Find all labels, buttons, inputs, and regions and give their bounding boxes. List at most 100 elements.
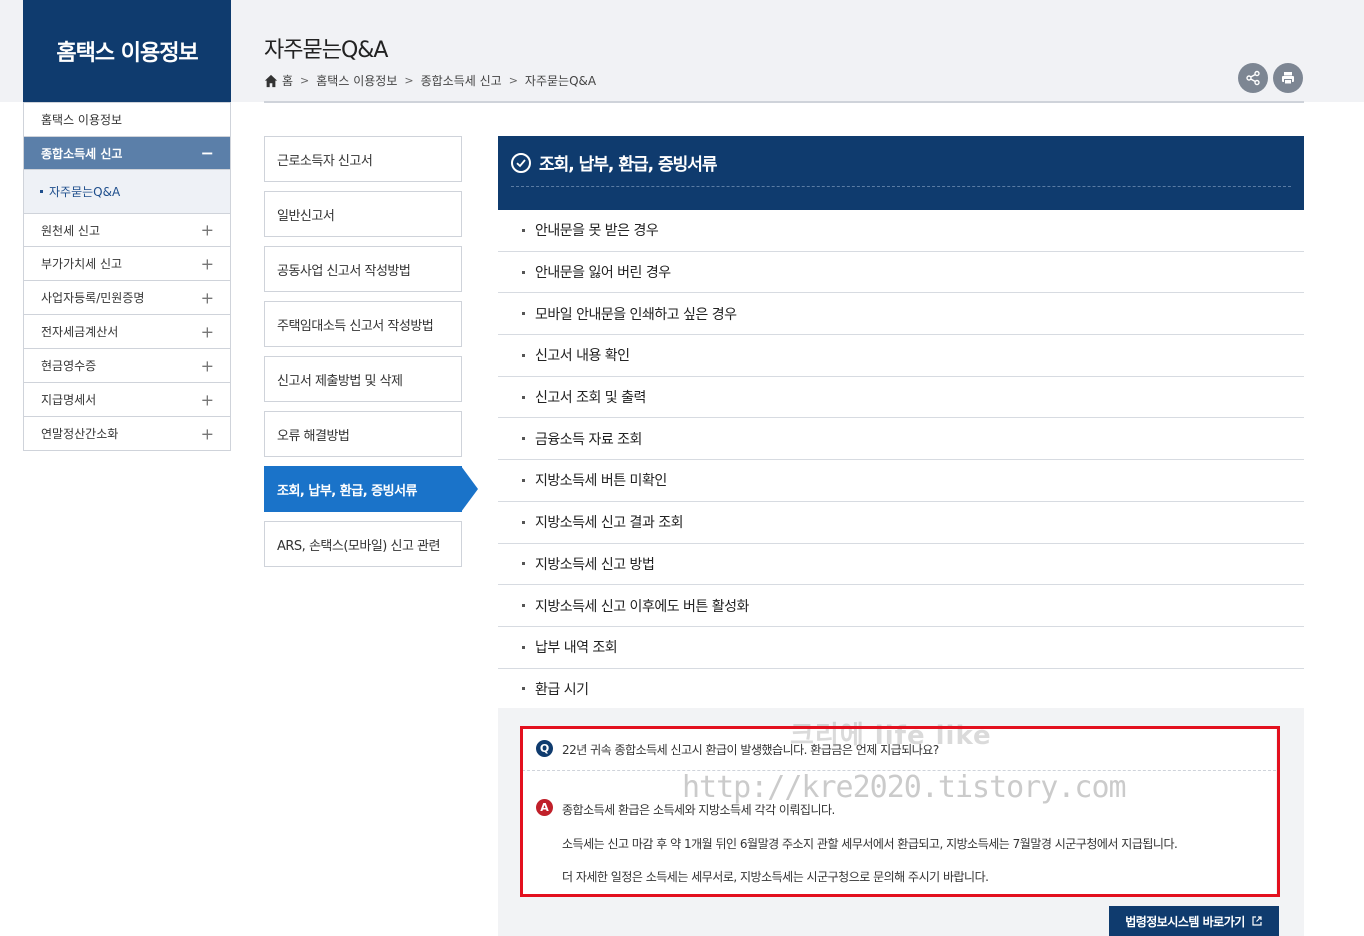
answer-box: Q 22년 귀속 종합소득세 신고시 환급이 발생했습니다. 환급금은 언제 지… bbox=[522, 727, 1276, 897]
law-info-button-label: 법령정보시스템 바로가기 bbox=[1125, 914, 1245, 929]
question-label: 안내문을 잃어 버린 경우 bbox=[535, 265, 671, 282]
breadcrumb: 홈 > 홈택스 이용정보 > 종합소득세 신고 > 자주묻는Q&A bbox=[264, 72, 596, 89]
sidebar-item-payment-statement[interactable]: 지급명세서 + bbox=[23, 383, 231, 417]
sidebar-item-year-end-settlement[interactable]: 연말정산간소화 + bbox=[23, 417, 231, 451]
header-divider bbox=[264, 101, 1304, 103]
list-item[interactable]: 금융소득 자료 조회 bbox=[498, 418, 1304, 461]
breadcrumb-current[interactable]: 자주묻는Q&A bbox=[525, 72, 596, 89]
panel-title: 조회, 납부, 환급, 증빙서류 bbox=[539, 155, 718, 175]
watermark-url: http://kre2020.tistory.com bbox=[682, 770, 1127, 805]
breadcrumb-home[interactable]: 홈 bbox=[282, 72, 293, 89]
sidebar-item-cash-receipt[interactable]: 현금영수증 + bbox=[23, 349, 231, 383]
panel-header: 조회, 납부, 환급, 증빙서류 bbox=[498, 136, 1304, 210]
law-info-button[interactable]: 법령정보시스템 바로가기 bbox=[1109, 906, 1279, 936]
category-joint-business[interactable]: 공동사업 신고서 작성방법 bbox=[264, 246, 462, 292]
share-icon bbox=[1246, 70, 1260, 86]
question-label: 금융소득 자료 조회 bbox=[535, 431, 642, 448]
chevron-right-icon: > bbox=[300, 74, 310, 87]
home-icon[interactable] bbox=[264, 74, 278, 88]
answer-text-3: 더 자세한 일정은 소득세는 세무서로, 지방소득세는 시군구청으로 문의해 주… bbox=[562, 870, 989, 884]
print-icon bbox=[1282, 72, 1294, 85]
bullet-icon bbox=[522, 520, 525, 524]
sidebar-item-label: 연말정산간소화 bbox=[41, 427, 119, 441]
category-general-return[interactable]: 일반신고서 bbox=[264, 191, 462, 237]
question-label: 안내문을 못 받은 경우 bbox=[535, 223, 659, 240]
question-label: 지방소득세 신고 방법 bbox=[535, 556, 655, 573]
expand-icon[interactable]: + bbox=[201, 221, 214, 240]
sidebar-item-label: 홈택스 이용정보 bbox=[41, 113, 123, 127]
category-earned-income[interactable]: 근로소득자 신고서 bbox=[264, 136, 462, 182]
sidebar-item-income-tax[interactable]: 종합소득세 신고 − bbox=[23, 137, 231, 170]
sidebar-item-label: 현금영수증 bbox=[41, 359, 97, 373]
category-rental-income[interactable]: 주택임대소득 신고서 작성방법 bbox=[264, 301, 462, 347]
expand-icon[interactable]: + bbox=[201, 424, 214, 443]
bullet-icon bbox=[522, 437, 525, 441]
breadcrumb-category[interactable]: 종합소득세 신고 bbox=[421, 72, 502, 89]
bullet-icon bbox=[522, 312, 525, 316]
category-list: 근로소득자 신고서 일반신고서 공동사업 신고서 작성방법 주택임대소득 신고서… bbox=[264, 136, 478, 576]
check-circle-icon bbox=[511, 153, 531, 173]
expand-icon[interactable]: + bbox=[201, 390, 214, 409]
category-ars-mobile[interactable]: ARS, 손택스(모바일) 신고 관련 bbox=[264, 521, 462, 567]
category-inquiry-payment-refund[interactable]: 조회, 납부, 환급, 증빙서류 bbox=[264, 466, 478, 512]
expand-icon[interactable]: + bbox=[201, 356, 214, 375]
bullet-icon bbox=[522, 687, 525, 691]
bullet-icon bbox=[522, 478, 525, 482]
sidebar-item-business-registration[interactable]: 사업자등록/민원증명 + bbox=[23, 281, 231, 315]
sidebar-item-label: 종합소득세 신고 bbox=[41, 146, 123, 161]
sidebar-subitem-label: 자주묻는Q&A bbox=[49, 185, 121, 199]
print-button[interactable] bbox=[1273, 63, 1303, 93]
question-label: 모바일 안내문을 인쇄하고 싶은 경우 bbox=[535, 306, 737, 323]
bullet-icon bbox=[522, 353, 525, 357]
collapse-icon[interactable]: − bbox=[201, 144, 214, 163]
question-label: 지방소득세 신고 이후에도 버튼 활성화 bbox=[535, 598, 749, 615]
answer-badge: A bbox=[536, 799, 553, 816]
list-item[interactable]: 신고서 조회 및 출력 bbox=[498, 377, 1304, 419]
sidebar-item-hometax-info[interactable]: 홈택스 이용정보 bbox=[23, 102, 231, 137]
list-item[interactable]: 신고서 내용 확인 bbox=[498, 335, 1304, 377]
question-label: 신고서 내용 확인 bbox=[535, 348, 630, 365]
category-error-fix[interactable]: 오류 해결방법 bbox=[264, 411, 462, 457]
list-item[interactable]: 지방소득세 신고 결과 조회 bbox=[498, 502, 1304, 544]
list-item[interactable]: 환급 시기 bbox=[498, 669, 1304, 711]
sidebar-item-label: 사업자등록/민원증명 bbox=[41, 291, 145, 305]
breadcrumb-section[interactable]: 홈택스 이용정보 bbox=[316, 72, 397, 89]
sidebar-item-vat[interactable]: 부가가치세 신고 + bbox=[23, 247, 231, 281]
list-item[interactable]: 모바일 안내문을 인쇄하고 싶은 경우 bbox=[498, 293, 1304, 336]
sidebar-item-label: 전자세금계산서 bbox=[41, 325, 119, 339]
question-badge: Q bbox=[536, 740, 553, 757]
bullet-icon bbox=[522, 228, 525, 232]
chevron-right-icon: > bbox=[404, 74, 414, 87]
external-link-icon bbox=[1252, 916, 1262, 926]
bullet-icon bbox=[522, 395, 525, 399]
bullet-icon bbox=[522, 645, 525, 649]
sidebar-subitem-faq[interactable]: 자주묻는Q&A bbox=[23, 170, 231, 213]
sidebar-item-label: 지급명세서 bbox=[41, 393, 97, 407]
category-submit-delete[interactable]: 신고서 제출방법 및 삭제 bbox=[264, 356, 462, 402]
sidebar: 홈택스 이용정보 종합소득세 신고 − 자주묻는Q&A 원천세 신고 + 부가가… bbox=[23, 102, 231, 451]
watermark-logo: 크리에 life like bbox=[790, 721, 992, 751]
question-list: 안내문을 못 받은 경우 안내문을 잃어 버린 경우 모바일 안내문을 인쇄하고… bbox=[498, 210, 1304, 711]
list-item[interactable]: 납부 내역 조회 bbox=[498, 627, 1304, 669]
section-title: 홈택스 이용정보 bbox=[23, 0, 231, 102]
bullet-icon bbox=[522, 604, 525, 608]
expand-icon[interactable]: + bbox=[201, 288, 214, 307]
sidebar-item-e-invoice[interactable]: 전자세금계산서 + bbox=[23, 315, 231, 349]
list-item[interactable]: 지방소득세 신고 이후에도 버튼 활성화 bbox=[498, 585, 1304, 627]
list-item[interactable]: 안내문을 잃어 버린 경우 bbox=[498, 252, 1304, 294]
question-label: 지방소득세 버튼 미확인 bbox=[535, 473, 667, 490]
list-item[interactable]: 지방소득세 신고 방법 bbox=[498, 544, 1304, 586]
bullet-icon bbox=[522, 270, 525, 274]
list-item[interactable]: 안내문을 못 받은 경우 bbox=[498, 210, 1304, 252]
question-label: 지방소득세 신고 결과 조회 bbox=[535, 515, 684, 532]
question-label: 납부 내역 조회 bbox=[535, 640, 618, 657]
list-item[interactable]: 지방소득세 버튼 미확인 bbox=[498, 460, 1304, 502]
answer-text-2: 소득세는 신고 마감 후 약 1개월 뒤인 6월말경 주소지 관할 세무서에서 … bbox=[562, 837, 1178, 851]
expand-icon[interactable]: + bbox=[201, 254, 214, 273]
panel-divider bbox=[511, 186, 1291, 187]
sidebar-item-withholding[interactable]: 원천세 신고 + bbox=[23, 213, 231, 247]
share-button[interactable] bbox=[1238, 63, 1268, 93]
bullet-icon bbox=[522, 562, 525, 566]
expand-icon[interactable]: + bbox=[201, 322, 214, 341]
chevron-right-icon: > bbox=[508, 74, 518, 87]
